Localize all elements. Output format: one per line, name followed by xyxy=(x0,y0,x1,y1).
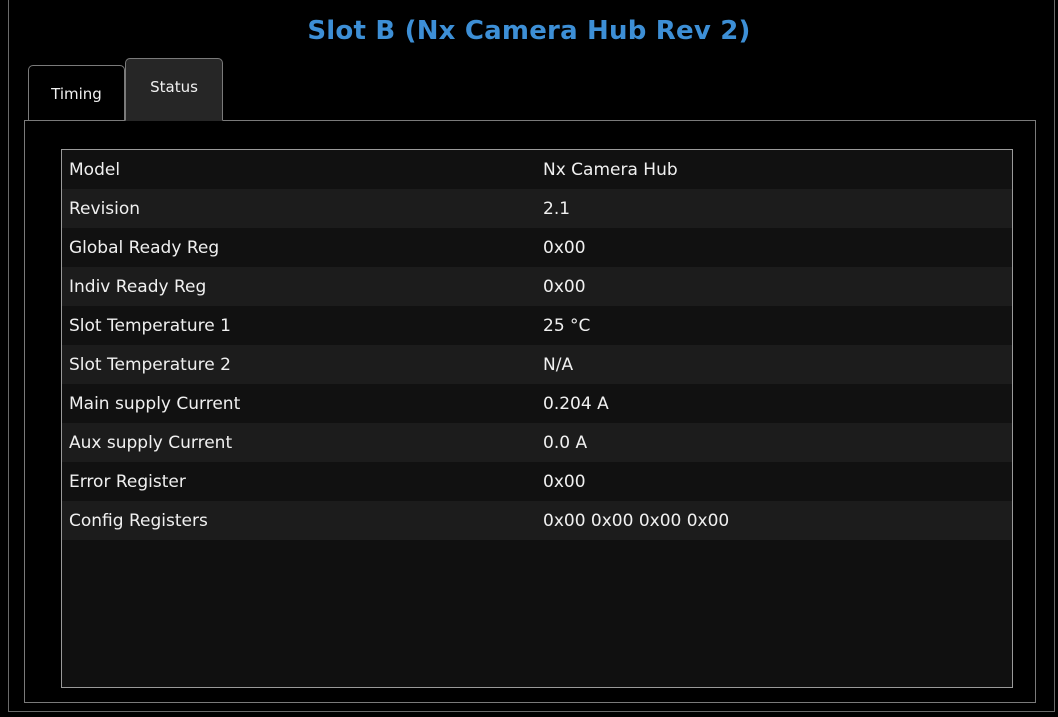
row-value: 0.204 A xyxy=(543,393,609,414)
table-row[interactable]: Revision 2.1 xyxy=(62,189,1012,228)
table-row[interactable]: Global Ready Reg 0x00 xyxy=(62,228,1012,267)
row-key: Config Registers xyxy=(69,510,208,531)
row-key: Slot Temperature 1 xyxy=(69,315,231,336)
row-key: Error Register xyxy=(69,471,186,492)
row-value: 0x00 xyxy=(543,237,586,258)
row-key: Aux supply Current xyxy=(69,432,233,453)
table-row[interactable]: Main supply Current 0.204 A xyxy=(62,384,1012,423)
row-value: 25 °C xyxy=(543,315,591,336)
table-row[interactable]: Error Register 0x00 xyxy=(62,462,1012,501)
status-grid[interactable]: Model Nx Camera Hub Revision 2.1 Global … xyxy=(61,149,1013,688)
table-row[interactable]: Slot Temperature 2 N/A xyxy=(62,345,1012,384)
table-row[interactable]: Model Nx Camera Hub xyxy=(62,150,1012,189)
row-key: Revision xyxy=(69,198,141,219)
table-row[interactable]: Indiv Ready Reg 0x00 xyxy=(62,267,1012,306)
row-key: Slot Temperature 2 xyxy=(69,354,231,375)
row-key: Indiv Ready Reg xyxy=(69,276,207,297)
row-key: Model xyxy=(69,159,121,180)
row-key: Global Ready Reg xyxy=(69,237,220,258)
tab-timing[interactable]: Timing xyxy=(28,65,125,121)
tab-status-label: Status xyxy=(150,77,198,96)
row-value: Nx Camera Hub xyxy=(543,159,678,180)
row-value: 0.0 A xyxy=(543,432,588,453)
row-value: 0x00 xyxy=(543,276,586,297)
table-row[interactable]: Aux supply Current 0.0 A xyxy=(62,423,1012,462)
table-row[interactable]: Slot Temperature 1 25 °C xyxy=(62,306,1012,345)
tab-status[interactable]: Status xyxy=(125,58,223,121)
row-value: N/A xyxy=(543,354,574,375)
row-key: Main supply Current xyxy=(69,393,241,414)
row-value: 2.1 xyxy=(543,198,571,219)
row-value: 0x00 xyxy=(543,471,586,492)
table-row[interactable]: Config Registers 0x00 0x00 0x00 0x00 xyxy=(62,501,1012,540)
slot-title: Slot B (Nx Camera Hub Rev 2) xyxy=(307,16,751,46)
tab-timing-label: Timing xyxy=(51,84,102,103)
row-value: 0x00 0x00 0x00 0x00 xyxy=(543,510,730,531)
